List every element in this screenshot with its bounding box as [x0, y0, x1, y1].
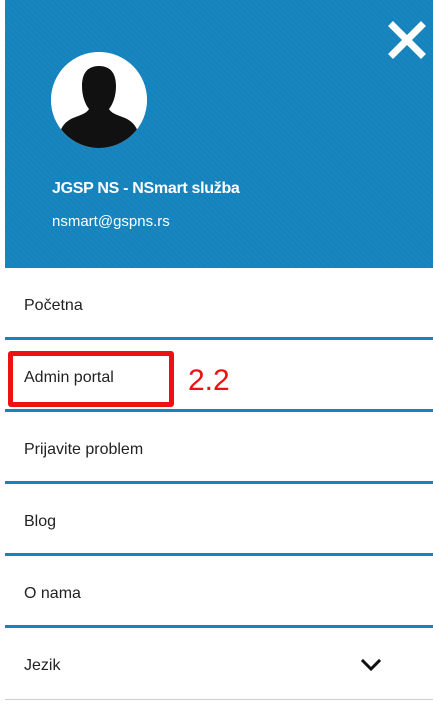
menu-item-jezik[interactable]: Jezik: [5, 628, 433, 700]
navigation-drawer: JGSP NS - NSmart služba nsmart@gspns.rs …: [0, 0, 433, 714]
close-button[interactable]: [387, 20, 427, 60]
menu-item-prijavite-problem[interactable]: Prijavite problem: [5, 412, 433, 484]
chevron-down-icon: [361, 658, 381, 672]
drawer-menu: Početna Admin portal Prijavite problem B…: [5, 268, 433, 700]
menu-item-label: O nama: [24, 585, 81, 602]
menu-item-label: Početna: [24, 297, 83, 314]
avatar: [51, 52, 147, 148]
menu-item-blog[interactable]: Blog: [5, 484, 433, 556]
user-silhouette-icon: [51, 52, 147, 148]
drawer-header: JGSP NS - NSmart služba nsmart@gspns.rs: [5, 0, 433, 268]
user-email: nsmart@gspns.rs: [52, 213, 170, 230]
menu-item-o-nama[interactable]: O nama: [5, 556, 433, 628]
menu-item-label: Jezik: [24, 657, 61, 674]
user-name: JGSP NS - NSmart služba: [52, 180, 240, 197]
annotation-highlight-box: [8, 351, 174, 407]
menu-item-label: Prijavite problem: [24, 441, 144, 458]
menu-item-label: Blog: [24, 513, 57, 530]
annotation-step-label: 2.2: [188, 364, 230, 397]
close-icon: [388, 21, 426, 59]
menu-item-pocetna[interactable]: Početna: [5, 268, 433, 340]
